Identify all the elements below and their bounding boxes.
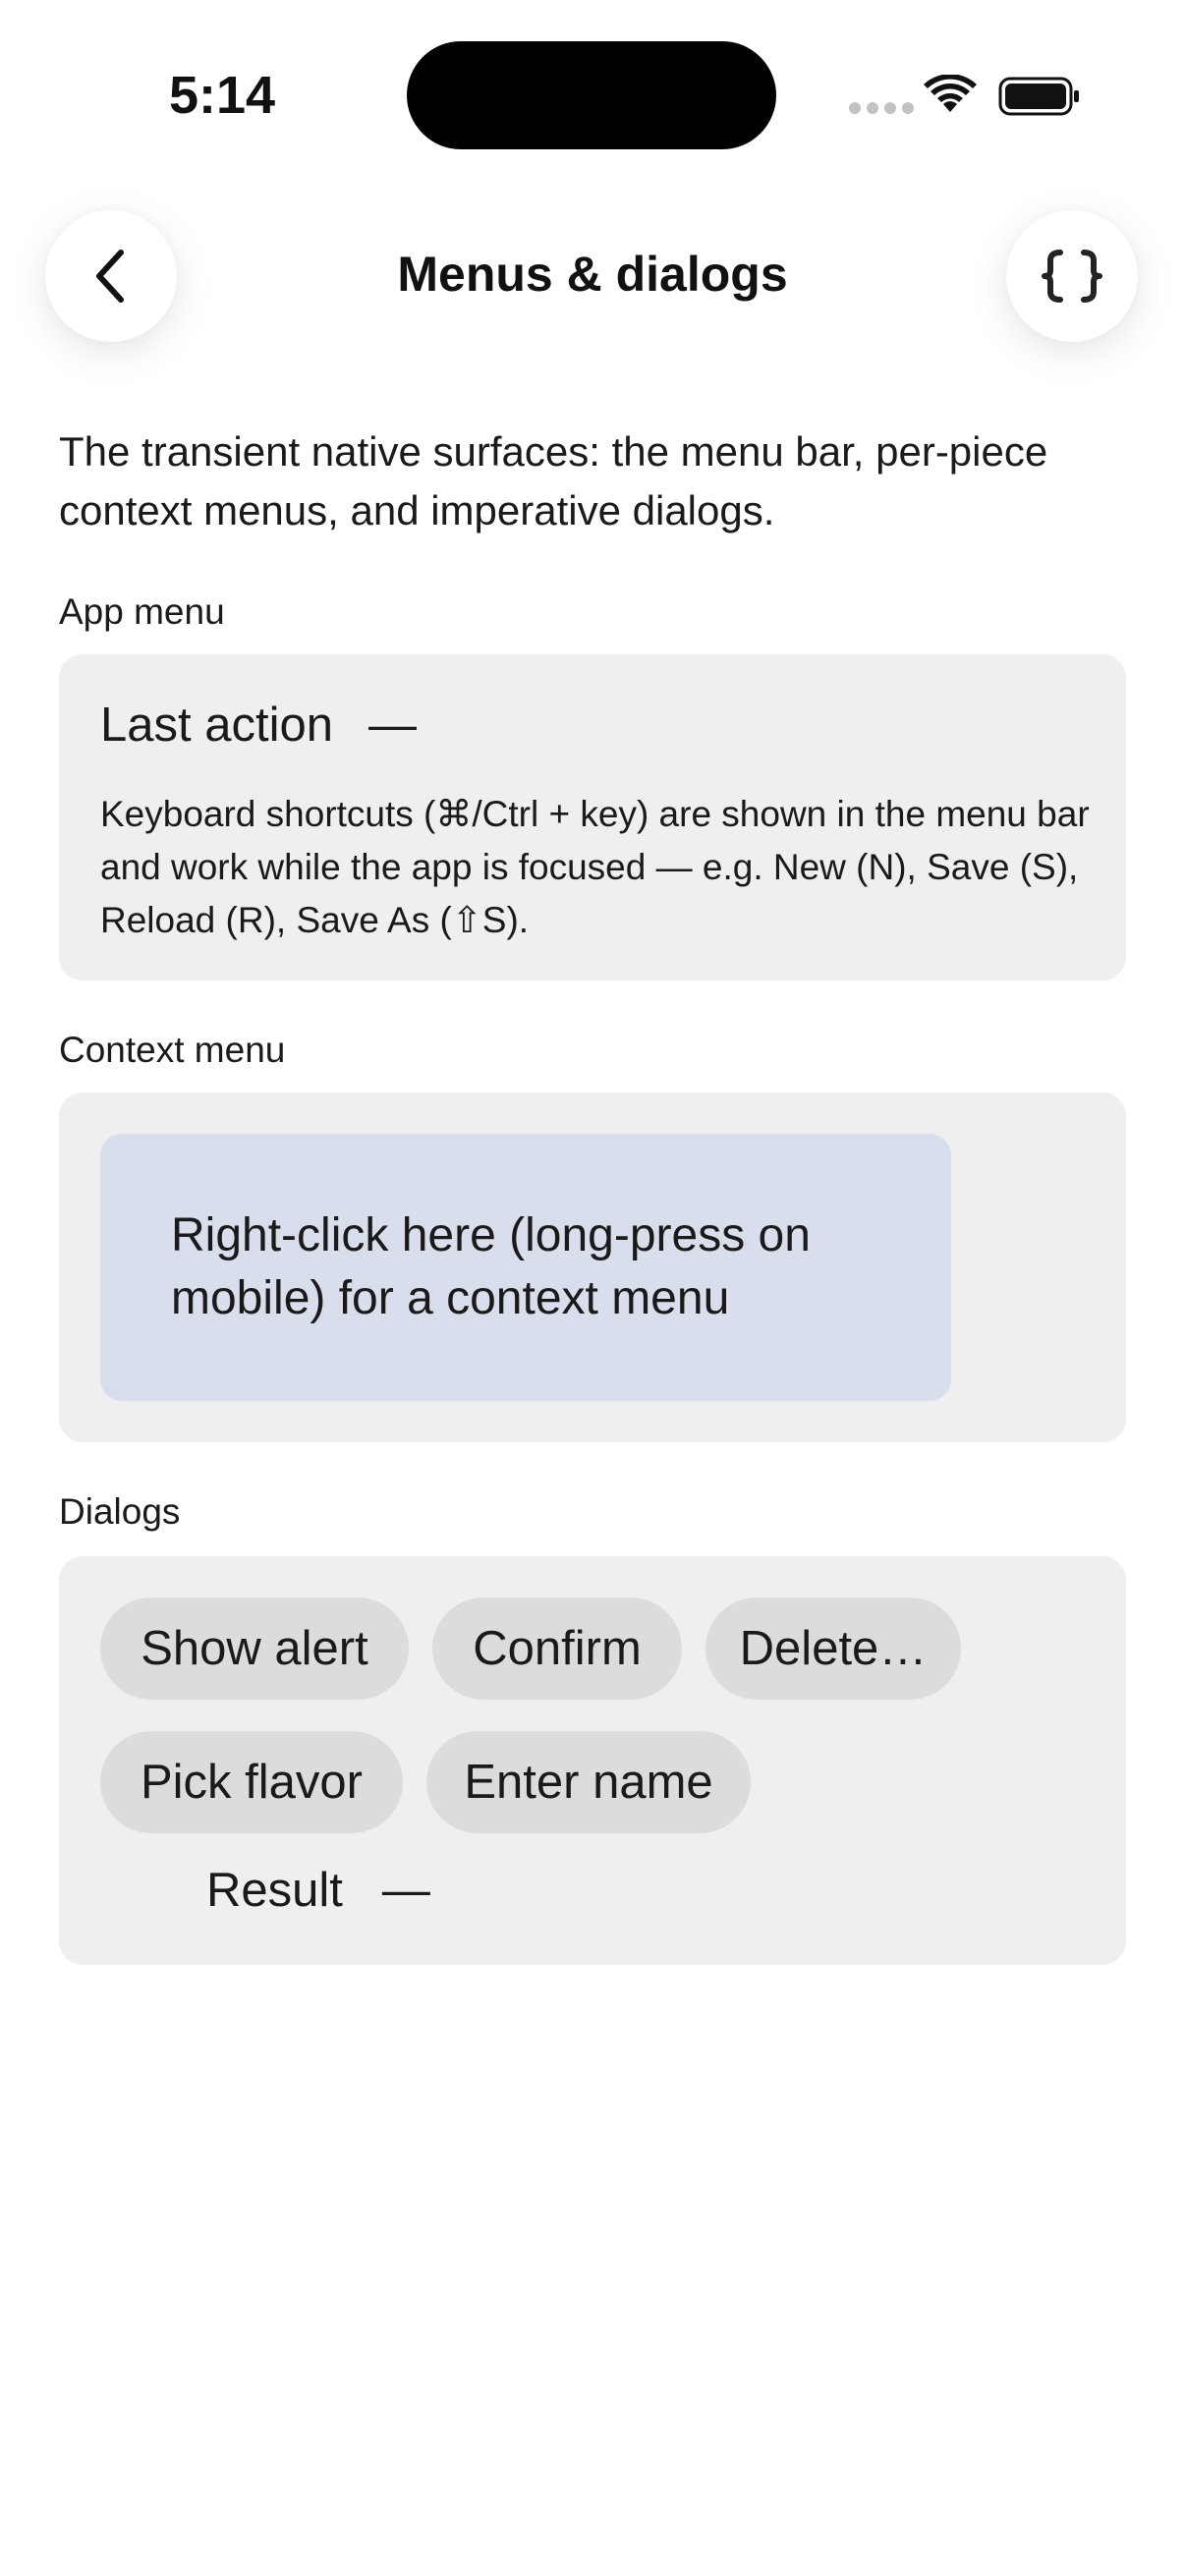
section-label-app-menu: App menu xyxy=(59,591,225,632)
dialogs-card: Show alert Confirm Delete… Pick flavor E… xyxy=(59,1556,1126,1965)
wifi-icon xyxy=(924,75,977,112)
delete-button[interactable]: Delete… xyxy=(705,1597,961,1700)
last-action-label: Last action xyxy=(100,699,333,752)
intro-text: The transient native surfaces: the menu … xyxy=(59,428,1048,533)
context-menu-target[interactable]: Right-click here (long-press on mobile) … xyxy=(100,1134,951,1401)
section-label-dialogs: Dialogs xyxy=(59,1491,181,1532)
context-menu-card: Right-click here (long-press on mobile) … xyxy=(59,1092,1126,1442)
result-value: — xyxy=(381,1864,430,1917)
view-source-button[interactable] xyxy=(1006,210,1138,342)
dynamic-island xyxy=(407,41,776,149)
status-bar: 5:14 xyxy=(0,0,1185,187)
last-action-row: Last action — xyxy=(100,698,417,753)
app-menu-card: Last action — Keyboard shortcuts (⌘/Ctrl … xyxy=(59,654,1126,980)
result-row: Result — xyxy=(206,1863,430,1918)
pick-flavor-button[interactable]: Pick flavor xyxy=(100,1731,403,1833)
confirm-button[interactable]: Confirm xyxy=(432,1597,682,1700)
result-label: Result xyxy=(206,1864,343,1917)
curly-braces-icon xyxy=(1042,250,1102,303)
status-time: 5:14 xyxy=(169,66,276,125)
cellular-dots-icon xyxy=(849,102,914,114)
section-label-context-menu: Context menu xyxy=(59,1030,286,1070)
shortcut-help-text: Keyboard shortcuts (⌘/Ctrl + key) are sh… xyxy=(100,794,1090,940)
last-action-value: — xyxy=(368,699,417,752)
show-alert-button[interactable]: Show alert xyxy=(100,1597,409,1700)
enter-name-button[interactable]: Enter name xyxy=(426,1731,751,1833)
battery-icon xyxy=(998,77,1079,116)
